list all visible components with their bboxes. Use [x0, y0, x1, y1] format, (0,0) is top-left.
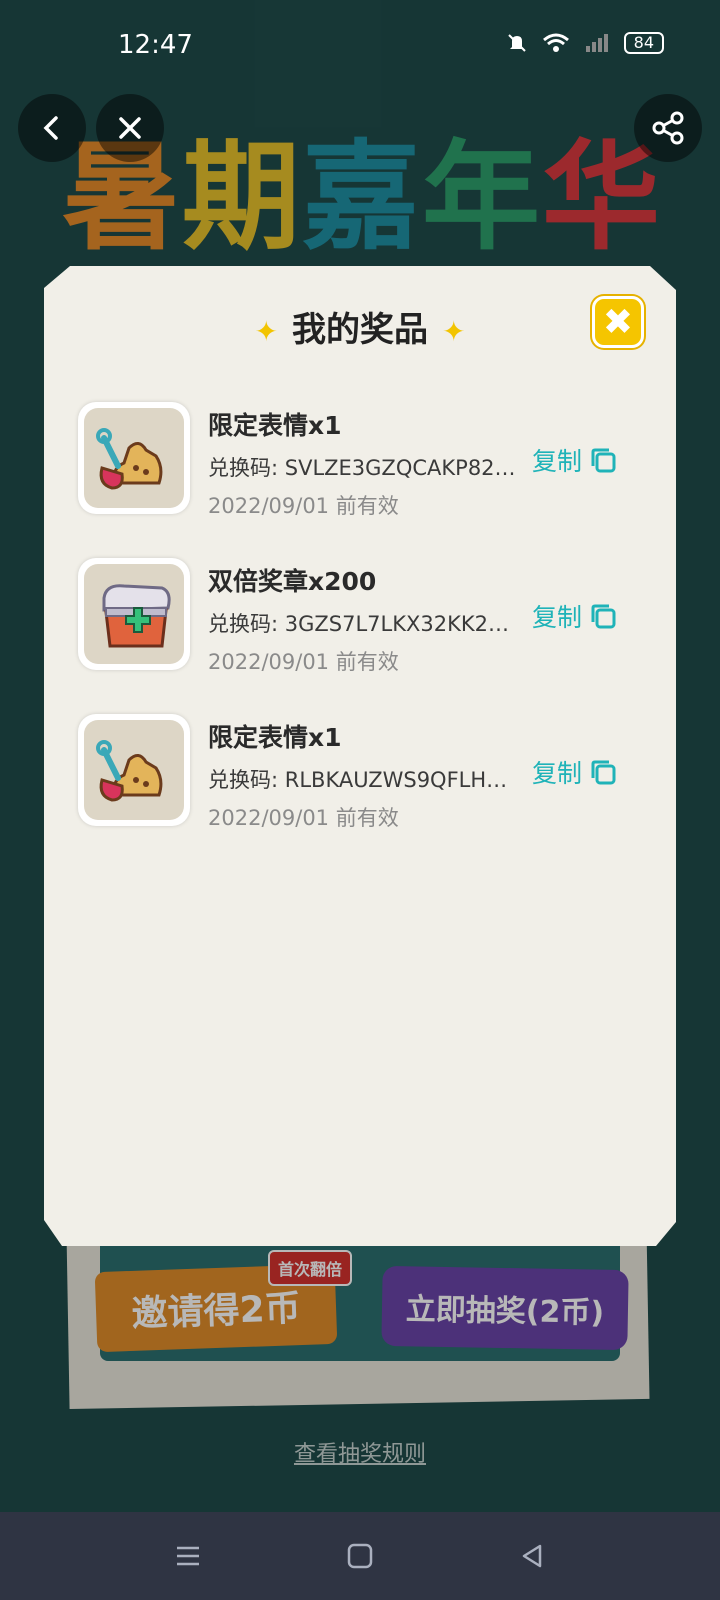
system-navigation-bar [0, 1512, 720, 1600]
chevron-left-icon [43, 116, 58, 140]
sparkle-icon: ✦ [442, 315, 466, 348]
recent-apps-button[interactable] [164, 1532, 212, 1580]
treasure-chest-icon [102, 584, 171, 648]
sparkle-icon: ✦ [254, 315, 278, 348]
system-back-button[interactable] [508, 1532, 556, 1580]
copy-icon [591, 604, 616, 629]
prize-name: 限定表情x1 [208, 411, 342, 440]
valid-until: 2022/09/01 前有效 [208, 494, 399, 518]
back-button[interactable] [18, 94, 86, 162]
mute-bell-icon [507, 34, 526, 52]
copy-label: 复制 [532, 603, 583, 632]
sandcastle-shovel-icon [96, 740, 163, 802]
prize-item: 限定表情x1 兑换码: RLBKAUZWS9QFLH… 2022/09/01 前… [78, 714, 658, 830]
modal-title: ✦ 我的奖品 ✦ [44, 302, 676, 351]
redeem-code: 兑换码: 3GZS7L7LKX32KK2… [208, 612, 510, 636]
close-page-button[interactable] [96, 94, 164, 162]
prize-icon-frame [78, 402, 190, 514]
wifi-icon [542, 33, 569, 52]
copy-button[interactable]: 复制 [532, 442, 618, 478]
modal-title-text: 我的奖品 [292, 310, 428, 350]
status-bar: 12:47 84 [0, 0, 720, 90]
status-time: 12:47 [118, 30, 193, 60]
cellular-signal-icon [585, 34, 608, 52]
battery-indicator: 84 [623, 32, 664, 54]
share-icon [652, 111, 684, 145]
prize-name: 双倍奖章x200 [208, 567, 377, 596]
prize-item: 双倍奖章x200 兑换码: 3GZS7L7LKX32KK2… 2022/09/0… [78, 558, 658, 674]
back-triangle-icon [522, 1544, 542, 1568]
home-button[interactable] [336, 1532, 384, 1580]
copy-label: 复制 [532, 447, 583, 476]
redeem-code: 兑换码: SVLZE3GZQCAKP82… [208, 456, 516, 480]
prize-name: 限定表情x1 [208, 723, 342, 752]
copy-button[interactable]: 复制 [532, 598, 618, 634]
redeem-code: 兑换码: RLBKAUZWS9QFLH… [208, 768, 508, 792]
copy-icon [591, 760, 616, 785]
prize-item: 限定表情x1 兑换码: SVLZE3GZQCAKP82… 2022/09/01 … [78, 402, 658, 518]
copy-label: 复制 [532, 759, 583, 788]
valid-until: 2022/09/01 前有效 [208, 650, 399, 674]
share-button[interactable] [634, 94, 702, 162]
prize-icon-frame [78, 714, 190, 826]
valid-until: 2022/09/01 前有效 [208, 806, 399, 830]
menu-icon [177, 1546, 199, 1566]
modal-close-button[interactable]: ✖ [592, 296, 644, 348]
home-square-icon [347, 1543, 373, 1569]
prize-icon-frame [78, 558, 190, 670]
close-icon [119, 117, 141, 139]
status-icons: 84 [506, 32, 664, 54]
sandcastle-shovel-icon [96, 428, 163, 490]
close-icon: ✖ [602, 301, 634, 343]
my-prizes-modal: ✦ 我的奖品 ✦ ✖ 限定表情x1 兑换码: SVLZE3GZQCAKP82… 20… [44, 266, 676, 1246]
copy-button[interactable]: 复制 [532, 754, 618, 790]
copy-icon [591, 448, 616, 473]
